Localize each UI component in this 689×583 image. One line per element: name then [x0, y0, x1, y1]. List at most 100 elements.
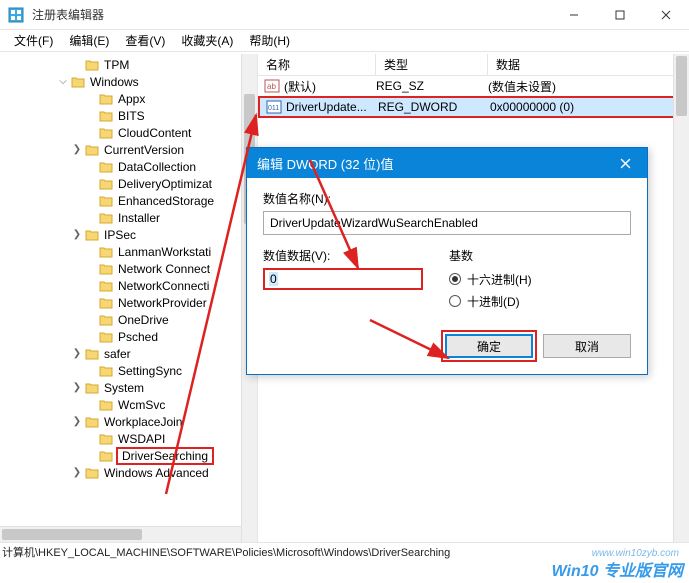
tree-label: Windows — [88, 75, 141, 89]
tree-node[interactable]: NetworkConnecti — [0, 277, 257, 294]
tree-node[interactable]: ❯IPSec — [0, 226, 257, 243]
tree-label: System — [102, 381, 146, 395]
tree-node[interactable]: CloudContent — [0, 124, 257, 141]
ok-button[interactable]: 确定 — [445, 334, 533, 358]
cell-name: DriverUpdate... — [286, 100, 378, 114]
expand-icon[interactable]: ⌵ — [56, 76, 70, 87]
tree-label: NetworkConnecti — [116, 279, 211, 293]
col-data[interactable]: 数据 — [488, 54, 689, 75]
tree-scrollbar-h[interactable] — [0, 526, 241, 542]
tree-node[interactable]: Psched — [0, 328, 257, 345]
radix-dec-radio[interactable]: 十进制(D) — [449, 290, 631, 312]
tree-node[interactable]: WSDAPI — [0, 430, 257, 447]
menu-view[interactable]: 查看(V) — [117, 30, 173, 51]
tree-label: DataCollection — [116, 160, 198, 174]
svg-text:011: 011 — [268, 105, 279, 112]
tree-label: DeliveryOptimizat — [116, 177, 214, 191]
menu-edit[interactable]: 编辑(E) — [61, 30, 117, 51]
folder-icon — [98, 279, 114, 293]
folder-icon — [98, 160, 114, 174]
menubar: 文件(F) 编辑(E) 查看(V) 收藏夹(A) 帮助(H) — [0, 30, 689, 52]
tree-node[interactable]: EnhancedStorage — [0, 192, 257, 209]
maximize-button[interactable] — [597, 0, 643, 30]
tree-node[interactable]: Appx — [0, 90, 257, 107]
tree-label: Installer — [116, 211, 162, 225]
folder-icon — [98, 245, 114, 259]
expand-icon[interactable]: ❯ — [70, 416, 84, 427]
tree-node[interactable]: ❯ System — [0, 379, 257, 396]
tree-node[interactable]: NetworkProvider — [0, 294, 257, 311]
regedit-icon — [8, 7, 24, 23]
cell-type: REG_SZ — [376, 79, 488, 93]
dialog-title: 编辑 DWORD (32 位)值 — [257, 154, 394, 173]
cancel-button[interactable]: 取消 — [543, 334, 631, 358]
tree-node[interactable]: Installer — [0, 209, 257, 226]
svg-text:ab: ab — [267, 82, 276, 91]
tree-node[interactable]: ❯ safer — [0, 345, 257, 362]
radix-hex-label: 十六进制(H) — [467, 271, 532, 288]
col-name[interactable]: 名称 — [258, 54, 376, 75]
dialog-titlebar[interactable]: 编辑 DWORD (32 位)值 — [247, 148, 647, 178]
cell-data: 0x00000000 (0) — [490, 100, 574, 114]
tree-label: TPM — [102, 58, 131, 72]
tree-node[interactable]: TPM — [0, 56, 257, 73]
cell-type: REG_DWORD — [378, 100, 490, 114]
folder-icon — [98, 398, 114, 412]
menu-help[interactable]: 帮助(H) — [241, 30, 298, 51]
tree-node[interactable]: BITS — [0, 107, 257, 124]
folder-icon — [98, 432, 114, 446]
tree-label: WorkplaceJoin — [102, 415, 184, 429]
folder-icon — [98, 109, 114, 123]
tree-node[interactable]: DeliveryOptimizat — [0, 175, 257, 192]
folder-icon — [98, 211, 114, 225]
dialog-close-button[interactable] — [603, 148, 647, 178]
tree-node[interactable]: LanmanWorkstati — [0, 243, 257, 260]
folder-icon — [84, 381, 100, 395]
value-icon: ab — [264, 78, 280, 94]
expand-icon[interactable]: ❯ — [70, 382, 84, 393]
menu-file[interactable]: 文件(F) — [6, 30, 61, 51]
folder-icon — [98, 364, 114, 378]
tree-label: LanmanWorkstati — [116, 245, 213, 259]
minimize-button[interactable] — [551, 0, 597, 30]
value-name-label: 数值名称(N): — [263, 190, 631, 207]
value-data-input[interactable]: 0 — [263, 268, 423, 290]
tree-node[interactable]: ❯Windows Advanced — [0, 464, 257, 481]
close-button[interactable] — [643, 0, 689, 30]
tree-node[interactable]: Network Connect — [0, 260, 257, 277]
folder-icon — [84, 415, 100, 429]
expand-icon[interactable]: ❯ — [70, 229, 84, 240]
list-header: 名称 类型 数据 — [258, 54, 689, 76]
list-row[interactable]: ab(默认)REG_SZ(数值未设置) — [258, 76, 689, 96]
titlebar: 注册表编辑器 — [0, 0, 689, 30]
folder-icon — [98, 262, 114, 276]
menu-favorites[interactable]: 收藏夹(A) — [173, 30, 241, 51]
tree-label: Appx — [116, 92, 147, 106]
tree-node[interactable]: ⌵ Windows — [0, 73, 257, 90]
tree-label: safer — [102, 347, 133, 361]
tree-node[interactable]: ❯ WorkplaceJoin — [0, 413, 257, 430]
tree-node[interactable]: OneDrive — [0, 311, 257, 328]
tree-node[interactable]: DriverSearching — [0, 447, 257, 464]
edit-dword-dialog: 编辑 DWORD (32 位)值 数值名称(N): 数值数据(V): 0 基数 … — [246, 147, 648, 375]
folder-icon — [84, 466, 100, 480]
expand-icon[interactable]: ❯ — [70, 144, 84, 155]
list-row[interactable]: 011 DriverUpdate...REG_DWORD0x00000000 (0… — [258, 96, 689, 118]
tree-node[interactable]: SettingSync — [0, 362, 257, 379]
folder-icon — [98, 330, 114, 344]
value-name-input[interactable] — [263, 211, 631, 235]
tree-node[interactable]: WcmSvc — [0, 396, 257, 413]
tree-node[interactable]: DataCollection — [0, 158, 257, 175]
tree-label: DriverSearching — [116, 447, 214, 465]
expand-icon[interactable]: ❯ — [70, 467, 84, 478]
radix-hex-radio[interactable]: 十六进制(H) — [449, 268, 631, 290]
tree-label: EnhancedStorage — [116, 194, 216, 208]
folder-icon — [98, 194, 114, 208]
tree-label: CurrentVersion — [102, 143, 186, 157]
tree-node[interactable]: ❯ CurrentVersion — [0, 141, 257, 158]
expand-icon[interactable]: ❯ — [70, 348, 84, 359]
tree-label: CloudContent — [116, 126, 193, 140]
radix-dec-label: 十进制(D) — [467, 293, 520, 310]
list-scrollbar-v[interactable] — [673, 54, 689, 542]
col-type[interactable]: 类型 — [376, 54, 488, 75]
